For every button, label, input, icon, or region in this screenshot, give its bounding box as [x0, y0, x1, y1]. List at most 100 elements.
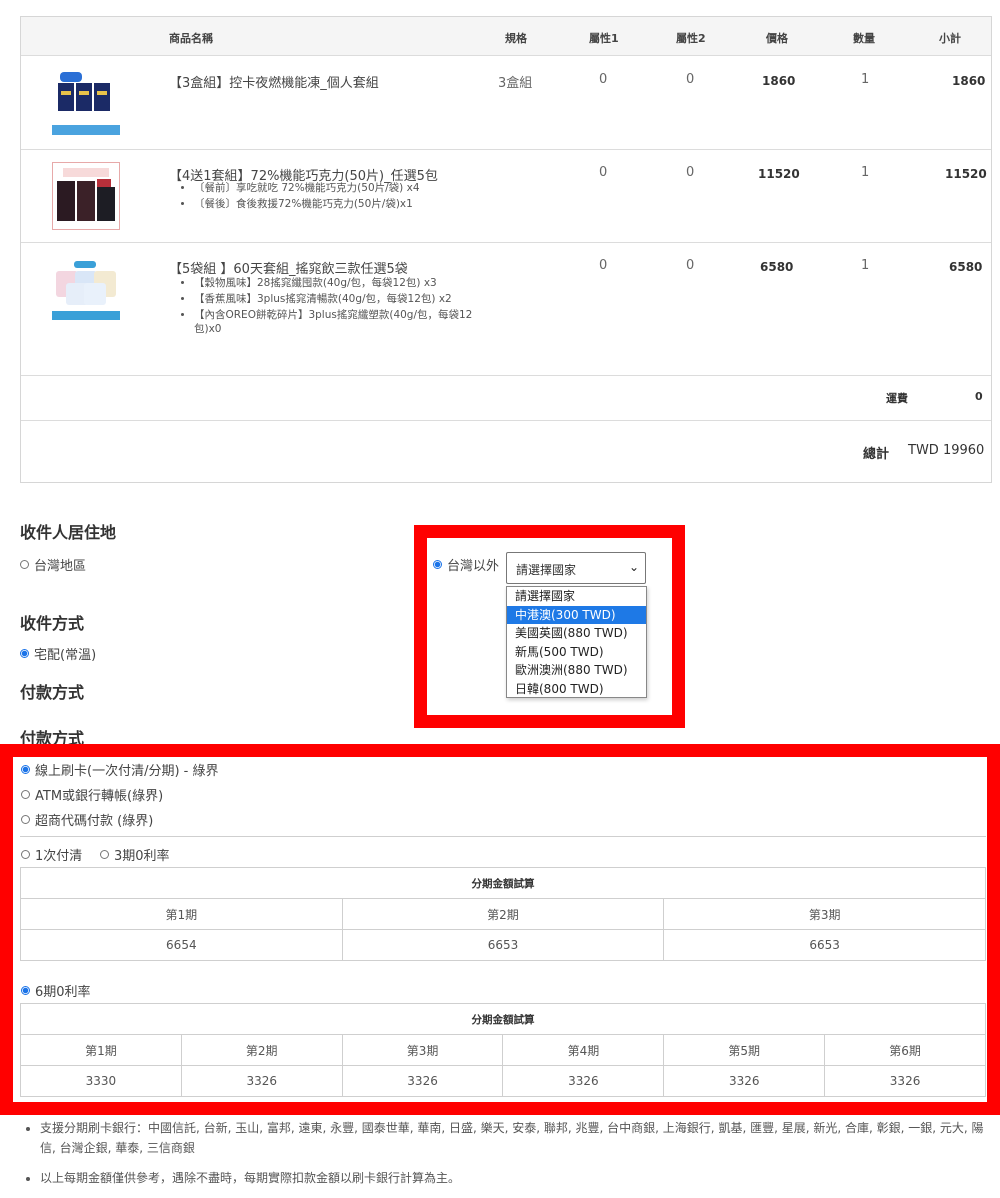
radio-unchecked-icon — [21, 850, 30, 859]
product-qty: 1 — [861, 72, 870, 87]
plan-once-label: 1次付清 — [35, 849, 83, 864]
product-options: 【穀物風味】28搖窕纖囤款(40g/包，每袋12包) x3 【香蕉風味】3plu… — [176, 276, 484, 338]
installment-value: 3330 — [20, 1065, 182, 1097]
residence-taiwan-radio[interactable]: 台灣地區 — [20, 555, 86, 574]
product-qty: 1 — [861, 258, 870, 273]
installment-value: 3326 — [180, 1065, 343, 1097]
installment-table-title: 分期金額試算 — [20, 867, 986, 899]
note-item: 以上每期金額僅供參考，遇除不盡時，每期實際扣款金額以刷卡銀行計算為主。 — [40, 1168, 990, 1188]
installment-header: 第6期 — [824, 1034, 986, 1066]
radio-checked-icon — [21, 765, 30, 774]
installment-table-6: 分期金額試算 第1期 第2期 第3期 第4期 第5期 第6期 3330 3326… — [20, 1003, 986, 1097]
product-price: 11520 — [758, 167, 800, 181]
payment-cvs-radio[interactable]: 超商代碼付款 (綠界) — [21, 810, 153, 829]
shipping-value: 0 — [975, 390, 983, 403]
product-thumbnail[interactable] — [52, 259, 120, 327]
total-label: 總計 — [863, 447, 890, 462]
country-option[interactable]: 歐洲澳洲(880 TWD) — [507, 661, 646, 680]
installment-header: 第3期 — [663, 898, 986, 930]
country-option[interactable]: 請選擇國家 — [507, 587, 646, 606]
radio-checked-icon — [21, 986, 30, 995]
product-option: 〔餐前〕享吃就吃 72%機能巧克力(50片/袋) x4 — [194, 181, 484, 195]
country-option-highlighted[interactable]: 中港澳(300 TWD) — [507, 605, 646, 624]
shipping-label: 運費 — [886, 392, 908, 405]
product-attr1: 0 — [599, 258, 608, 273]
product-name[interactable]: 【5袋組 】60天套組_搖窕飲三款任選5袋 — [169, 258, 408, 277]
radio-unchecked-icon — [21, 790, 30, 799]
product-thumbnail[interactable] — [52, 162, 120, 230]
product-subtotal: 6580 — [949, 260, 983, 274]
country-select[interactable]: 請選擇國家 ⌄ — [506, 552, 646, 584]
installment-header: 第3期 — [341, 1034, 504, 1066]
plan-3-label: 3期0利率 — [114, 849, 170, 864]
col-spec: 規格 — [505, 32, 527, 45]
installment-header: 第2期 — [180, 1034, 343, 1066]
product-option: 【內含OREO餅乾碎片】3plus搖窕纖塑款(40g/包，每袋12包)x0 — [194, 308, 484, 336]
product-attr1: 0 — [599, 165, 608, 180]
installment-value: 6654 — [20, 929, 343, 961]
radio-checked-icon — [433, 560, 442, 569]
radio-checked-icon — [20, 649, 29, 658]
product-subtotal: 1860 — [952, 74, 986, 88]
total-value: TWD 19960 — [908, 443, 985, 458]
cart-row: 【3盒組】控卡夜燃機能凍_個人套組 3盒組 0 0 1860 1 1860 — [21, 56, 991, 150]
col-subtotal: 小計 — [939, 32, 961, 45]
payment-method-label: 線上刷卡(一次付清/分期) - 綠界 — [35, 764, 219, 779]
residence-title: 收件人居住地 — [20, 523, 117, 542]
product-price: 6580 — [760, 260, 794, 274]
payment-atm-radio[interactable]: ATM或銀行轉帳(綠界) — [21, 785, 163, 804]
delivery-title: 收件方式 — [20, 614, 85, 633]
country-option[interactable]: 美國英國(880 TWD) — [507, 624, 646, 643]
total-row: 總計 TWD 19960 — [21, 420, 991, 482]
installment-table-3: 分期金額試算 第1期 第2期 第3期 6654 6653 6653 — [20, 867, 986, 961]
installment-header: 第5期 — [663, 1034, 826, 1066]
payment-title: 付款方式 — [20, 683, 85, 702]
country-option[interactable]: 新馬(500 TWD) — [507, 643, 646, 662]
note-item: 支援分期刷卡銀行：中國信託, 台新, 玉山, 富邦, 遠東, 永豐, 國泰世華,… — [40, 1118, 990, 1158]
product-attr2: 0 — [686, 258, 695, 273]
installment-value: 3326 — [502, 1065, 665, 1097]
col-attr2: 屬性2 — [676, 32, 706, 45]
plan-once-radio[interactable]: 1次付清 — [21, 845, 82, 864]
product-qty: 1 — [861, 165, 870, 180]
cart-table: 商品名稱 規格 屬性1 屬性2 價格 數量 小計 【3盒組】控卡夜燃機能凍_個人… — [20, 16, 992, 483]
installment-value: 3326 — [341, 1065, 504, 1097]
product-thumbnail[interactable] — [52, 69, 120, 137]
plan-6-radio[interactable]: 6期0利率 — [21, 981, 91, 1000]
installment-value: 3326 — [824, 1065, 986, 1097]
installment-value: 6653 — [341, 929, 665, 961]
product-subtotal: 11520 — [945, 167, 987, 181]
delivery-home-label: 宅配(常溫) — [34, 648, 97, 663]
product-options: 〔餐前〕享吃就吃 72%機能巧克力(50片/袋) x4 〔餐後〕食後救援72%機… — [176, 181, 484, 213]
country-option[interactable]: 日韓(800 TWD) — [507, 680, 646, 699]
shipping-row: 運費 0 — [21, 375, 991, 421]
installment-header: 第1期 — [20, 1034, 182, 1066]
residence-taiwan-label: 台灣地區 — [34, 559, 87, 574]
col-product-name: 商品名稱 — [169, 32, 213, 45]
product-attr1: 0 — [599, 72, 608, 87]
plan-3-radio[interactable]: 3期0利率 — [100, 845, 170, 864]
installment-header: 第2期 — [341, 898, 665, 930]
payment-notes: 支援分期刷卡銀行：中國信託, 台新, 玉山, 富邦, 遠東, 永豐, 國泰世華,… — [20, 1118, 990, 1198]
chevron-down-icon: ⌄ — [628, 560, 639, 574]
radio-unchecked-icon — [100, 850, 109, 859]
delivery-home-radio[interactable]: 宅配(常溫) — [20, 644, 96, 663]
product-option: 【穀物風味】28搖窕纖囤款(40g/包，每袋12包) x3 — [194, 276, 484, 290]
installment-value: 6653 — [663, 929, 986, 961]
divider — [20, 836, 986, 837]
product-price: 1860 — [762, 74, 796, 88]
installment-header: 第4期 — [502, 1034, 665, 1066]
product-option: 〔餐後〕食後救援72%機能巧克力(50片/袋)x1 — [194, 197, 484, 211]
payment-method-label: 超商代碼付款 (綠界) — [35, 814, 154, 829]
product-attr2: 0 — [686, 165, 695, 180]
residence-overseas-radio[interactable]: 台灣以外 — [433, 555, 499, 574]
cart-row: 【5袋組 】60天套組_搖窕飲三款任選5袋 【穀物風味】28搖窕纖囤款(40g/… — [21, 242, 991, 376]
col-attr1: 屬性1 — [589, 32, 619, 45]
payment-method-label: ATM或銀行轉帳(綠界) — [35, 789, 164, 804]
radio-unchecked-icon — [21, 815, 30, 824]
col-price: 價格 — [766, 32, 788, 45]
payment-credit-card-radio[interactable]: 線上刷卡(一次付清/分期) - 綠界 — [21, 760, 218, 779]
cart-row: 【4送1套組】72%機能巧克力(50片)_任選5包 〔餐前〕享吃就吃 72%機能… — [21, 149, 991, 243]
plan-6-label: 6期0利率 — [35, 985, 91, 1000]
product-name[interactable]: 【3盒組】控卡夜燃機能凍_個人套組 — [169, 72, 379, 91]
